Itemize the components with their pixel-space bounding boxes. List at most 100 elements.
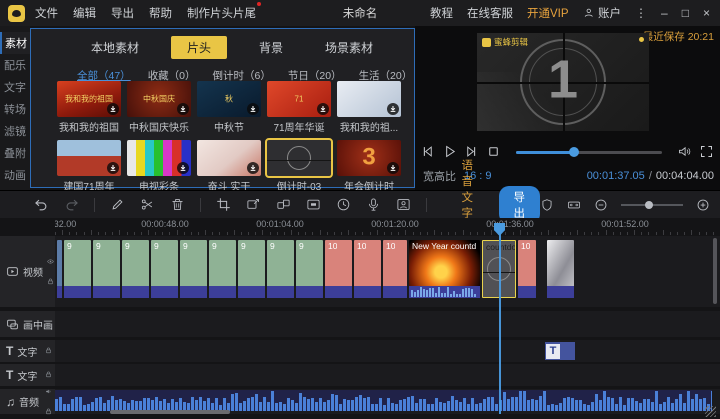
- library-thumbnail[interactable]: [127, 140, 191, 176]
- delete-button[interactable]: [170, 197, 185, 212]
- clip-sliver[interactable]: [57, 240, 62, 298]
- progress-knob[interactable]: [569, 147, 579, 157]
- track-body-video[interactable]: 999999999101010New Year countdcountdo10: [55, 236, 720, 307]
- zoom-out-button[interactable]: [594, 198, 608, 212]
- clip-salmon[interactable]: 10: [354, 240, 381, 298]
- tab-scene[interactable]: 场景素材: [315, 36, 383, 59]
- download-icon[interactable]: [177, 103, 189, 115]
- clip-green[interactable]: 9: [267, 240, 294, 298]
- lock-toggle[interactable]: [47, 273, 54, 291]
- library-thumbnail[interactable]: [267, 140, 331, 176]
- download-icon[interactable]: [177, 162, 189, 174]
- split-button[interactable]: [140, 197, 155, 212]
- link-support[interactable]: 在线客服: [467, 5, 513, 21]
- audio-waveform[interactable]: [55, 390, 712, 411]
- horizontal-scrollbar[interactable]: [110, 410, 230, 414]
- library-item[interactable]: 中秋国庆中秋国庆快乐: [127, 81, 191, 134]
- download-icon[interactable]: [107, 162, 119, 174]
- library-thumbnail[interactable]: 中秋国庆: [127, 81, 191, 117]
- lock-toggle[interactable]: [45, 342, 52, 360]
- library-item[interactable]: 7171周年华诞: [267, 81, 331, 134]
- track-body-pip[interactable]: [55, 311, 720, 337]
- record-button[interactable]: [366, 197, 381, 212]
- library-thumbnail[interactable]: [57, 140, 121, 176]
- menu-edit[interactable]: 编辑: [73, 5, 96, 21]
- volume-button[interactable]: [677, 143, 692, 161]
- library-item[interactable]: 我和我的祖国我和我的祖国: [57, 81, 121, 134]
- track-body-text-1[interactable]: T: [55, 340, 720, 362]
- clip-salmon[interactable]: 10: [518, 240, 536, 298]
- sidebar-item-music[interactable]: 配乐: [0, 54, 30, 76]
- sidebar-item-transition[interactable]: 转场: [0, 98, 30, 120]
- library-thumbnail[interactable]: 71: [267, 81, 331, 117]
- library-item[interactable]: 我和我的祖...: [337, 81, 401, 134]
- clip-green[interactable]: 9: [93, 240, 120, 298]
- download-icon[interactable]: [247, 103, 259, 115]
- prev-frame-button[interactable]: [420, 143, 435, 161]
- timeline-zoom-slider[interactable]: [621, 204, 683, 206]
- more-icon[interactable]: ⋮: [635, 6, 647, 20]
- clip-green[interactable]: 9: [180, 240, 207, 298]
- link-tutorial[interactable]: 教程: [430, 5, 453, 21]
- library-item[interactable]: 3年会倒计时: [337, 140, 401, 193]
- eye-toggle[interactable]: [47, 253, 54, 271]
- clip-spacer[interactable]: [538, 240, 545, 298]
- close-icon[interactable]: ×: [703, 6, 710, 20]
- download-icon[interactable]: [317, 103, 329, 115]
- portrait-button[interactable]: [396, 197, 411, 212]
- clip-green[interactable]: 9: [209, 240, 236, 298]
- library-thumbnail[interactable]: 我和我的祖国: [57, 81, 121, 117]
- edit-button[interactable]: [110, 197, 125, 212]
- vertical-scrollbar[interactable]: [713, 238, 717, 304]
- library-item[interactable]: 秋中秋节: [197, 81, 261, 134]
- clip-swan[interactable]: [547, 240, 574, 298]
- text-clip[interactable]: T: [545, 342, 575, 360]
- pip-button[interactable]: [276, 197, 291, 212]
- library-item[interactable]: 倒计时-03: [267, 140, 331, 193]
- tab-background[interactable]: 背景: [249, 36, 293, 59]
- zoom-in-button[interactable]: [696, 198, 710, 212]
- clip-fire[interactable]: New Year countd: [409, 240, 480, 298]
- menu-help[interactable]: 帮助: [149, 5, 172, 21]
- download-icon[interactable]: [387, 162, 399, 174]
- duration-button[interactable]: [336, 197, 351, 212]
- sidebar-item-overlay[interactable]: 叠附: [0, 142, 30, 164]
- clip-salmon[interactable]: 10: [383, 240, 407, 298]
- download-icon[interactable]: [107, 103, 119, 115]
- lock-toggle[interactable]: [45, 403, 52, 419]
- preview-canvas[interactable]: 1 蜜蜂剪辑: [477, 33, 649, 131]
- vip-button[interactable]: 开通VIP: [527, 5, 569, 21]
- fit-timeline-button[interactable]: [567, 198, 581, 212]
- menu-intro-outro[interactable]: 制作片头片尾: [187, 5, 256, 21]
- track-body-text-2[interactable]: [55, 364, 720, 386]
- account-button[interactable]: 账户: [583, 5, 622, 21]
- sidebar-item-filter[interactable]: 滤镜: [0, 120, 30, 142]
- undo-button[interactable]: [34, 197, 49, 212]
- watermark-shield-button[interactable]: [540, 198, 554, 212]
- library-thumbnail[interactable]: 秋: [197, 81, 261, 117]
- sidebar-item-text[interactable]: 文字: [0, 76, 30, 98]
- library-thumbnail[interactable]: [197, 140, 261, 176]
- crop-button[interactable]: [216, 197, 231, 212]
- menu-export[interactable]: 导出: [111, 5, 134, 21]
- speaker-toggle[interactable]: [45, 383, 52, 401]
- clip-green[interactable]: 9: [64, 240, 91, 298]
- library-thumbnail[interactable]: 3: [337, 140, 401, 176]
- library-item[interactable]: 建国71周年: [57, 140, 121, 193]
- zoom-knob[interactable]: [645, 201, 653, 209]
- stop-button[interactable]: [486, 143, 501, 161]
- clip-green[interactable]: 9: [122, 240, 149, 298]
- resize-grip[interactable]: [705, 406, 716, 417]
- download-icon[interactable]: [247, 162, 259, 174]
- tab-local-media[interactable]: 本地素材: [81, 36, 149, 59]
- library-item[interactable]: 奋斗 实干: [197, 140, 261, 193]
- lock-toggle[interactable]: [45, 366, 52, 384]
- maximize-icon[interactable]: □: [682, 6, 689, 20]
- clip-green[interactable]: 9: [151, 240, 178, 298]
- download-icon[interactable]: [387, 103, 399, 115]
- library-thumbnail[interactable]: [337, 81, 401, 117]
- sidebar-item-animation[interactable]: 动画: [0, 164, 30, 186]
- scale-button[interactable]: [246, 197, 261, 212]
- clip-salmon[interactable]: 10: [325, 240, 352, 298]
- clip-green[interactable]: 9: [238, 240, 265, 298]
